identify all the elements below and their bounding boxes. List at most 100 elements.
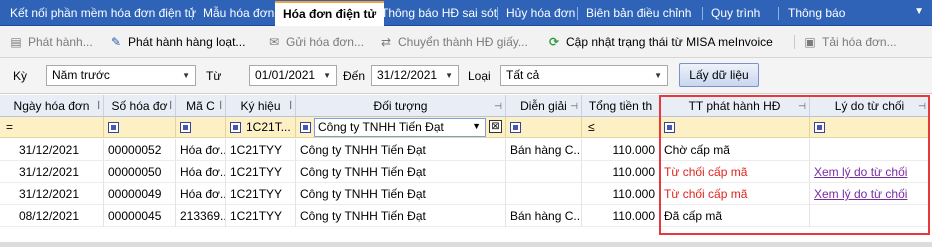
type-label: Loại [468,69,491,83]
cell-date: 08/12/2021 [0,205,104,227]
filter-row: = 1C21T... Công ty TNHH Tiến Đạt ▼ ⊠ ≤ [0,117,930,138]
column-header-so[interactable]: Số hóa đơ ꟾ [104,95,176,117]
tab-ket-noi[interactable]: Kết nối phần mềm hóa đơn điện tử [2,0,204,26]
cell-description [506,161,582,183]
tab-hoa-don-dien-tu[interactable]: Hóa đơn điện tử [275,1,385,26]
filter-bar: Kỳ Năm trước ▼ Từ 01/01/2021 ▼ Đến 31/12… [0,58,932,94]
filter-cell[interactable]: ≤ [582,117,660,138]
cell-total: 110.000 [582,161,660,183]
period-select[interactable]: Năm trước ▼ [46,65,196,86]
send-invoice-label: Gửi hóa đơn... [286,35,364,49]
to-date-value: 31/12/2021 [377,68,438,82]
clear-filter-icon[interactable]: ⊠ [489,120,502,133]
table-row[interactable]: 31/12/2021 00000050 Hóa đơ... 1C21TYY Cô… [0,161,930,183]
to-date-field[interactable]: 31/12/2021 ▼ [371,65,459,86]
chevron-down-icon: ▼ [654,71,662,80]
cell-object: Công ty TNHH Tiến Đạt [296,205,506,227]
column-header-label: Số hóa đơ [111,99,168,113]
chevron-down-icon[interactable]: ▼ [472,121,481,131]
filter-condition-icon[interactable] [510,122,521,133]
cell-total: 110.000 [582,139,660,161]
cell-status: Từ chối cấp mã [660,183,810,205]
pin-icon[interactable]: ꟾ [219,95,222,116]
filter-cell[interactable] [176,117,226,138]
issue-button[interactable]: ▤ Phát hành... [8,33,92,51]
tab-bien-ban-dieu-chinh[interactable]: Biên bản điều chỉnh [578,0,699,26]
filter-condition-icon[interactable] [230,122,241,133]
column-header-tt-phat-hanh[interactable]: TT phát hành HĐ ⊣ [660,95,810,117]
from-date-field[interactable]: 01/01/2021 ▼ [249,65,337,86]
column-header-ngay[interactable]: Ngày hóa đơn ꟾ [0,95,104,117]
cell-description: Bán hàng C... [506,205,582,227]
tab-overflow-icon[interactable]: ▼ [914,6,924,17]
column-header-dien-giai[interactable]: Diễn giải ⊣ [506,95,582,117]
table-row[interactable]: 31/12/2021 00000049 Hóa đơ... 1C21TYY Cô… [0,183,930,205]
cell-description: Bán hàng C... [506,139,582,161]
pin-icon[interactable]: ⊣ [570,95,578,116]
cell-reason [810,139,930,161]
view-reject-reason-link[interactable]: Xem lý do từ chối [814,187,907,201]
period-value: Năm trước [52,68,110,82]
tab-mau-hoa-don[interactable]: Mẫu hóa đơn [195,0,282,26]
issue-icon: ▤ [10,35,22,49]
column-header-doi-tuong[interactable]: Đối tượng ⊣ [296,95,506,117]
filter-cell[interactable]: Công ty TNHH Tiến Đạt ▼ ⊠ [296,117,506,138]
pin-icon[interactable]: ꟾ [169,95,172,116]
filter-operator: = [6,120,14,134]
table-row[interactable]: 31/12/2021 00000052 Hóa đơ... 1C21TYY Cô… [0,139,930,161]
cell-code: Hóa đơ... [176,161,226,183]
cell-status: Chờ cấp mã [660,139,810,161]
convert-paper-button[interactable]: ⇄ Chuyển thành HĐ giấy... [378,33,528,51]
cell-reason [810,205,930,227]
tab-quy-trinh[interactable]: Quy trình [703,0,768,26]
filter-condition-icon[interactable] [300,122,311,133]
cell-date: 31/12/2021 [0,161,104,183]
column-header-label: Ký hiệu [240,99,281,113]
filter-condition-icon[interactable] [814,122,825,133]
filter-condition-icon[interactable] [108,122,119,133]
view-reject-reason-link[interactable]: Xem lý do từ chối [814,165,907,179]
filter-condition-icon[interactable] [180,122,191,133]
cell-number: 00000045 [104,205,176,227]
toolbar-divider [794,35,795,49]
filter-cell[interactable]: 1C21T... [226,117,296,138]
column-header-label: Tổng tiền th [588,99,653,113]
update-status-label: Cập nhật trạng thái từ MISA meInvoice [566,35,773,49]
filter-cell[interactable] [104,117,176,138]
column-header-ma[interactable]: Mã C ꟾ [176,95,226,117]
tab-huy-hoa-don[interactable]: Hủy hóa đơn [498,0,583,26]
horizontal-scrollbar[interactable] [0,242,932,247]
filter-cell[interactable]: = [0,117,104,138]
pin-icon[interactable]: ⊣ [918,95,926,116]
filter-cell[interactable] [660,117,810,138]
doi-tuong-filter-input[interactable]: Công ty TNHH Tiến Đạt ▼ [314,118,486,137]
tab-thong-bao-sai-sot[interactable]: Thông báo HĐ sai sót [373,0,505,26]
download-invoice-button[interactable]: ▣ Tải hóa đơn... [802,33,896,51]
column-header-ly-do[interactable]: Lý do từ chối ⊣ [810,95,930,117]
filter-condition-icon[interactable] [664,122,675,133]
table-row[interactable]: 08/12/2021 00000045 213369... 1C21TYY Cô… [0,205,930,227]
column-header-ky-hieu[interactable]: Ký hiệu ꟾ [226,95,296,117]
column-header-label: Diễn giải [520,99,567,113]
pin-icon[interactable]: ⊣ [798,95,806,116]
issue-batch-button[interactable]: ✎ Phát hành hàng loạt... [108,33,245,51]
filter-cell[interactable] [810,117,930,138]
get-data-button[interactable]: Lấy dữ liệu [679,63,759,87]
update-status-button[interactable]: ⟳ Cập nhật trạng thái từ MISA meInvoice [546,33,773,51]
cell-total: 110.000 [582,183,660,205]
cell-symbol: 1C21TYY [226,183,296,205]
column-header-tong-tien[interactable]: Tổng tiền th [582,95,660,117]
refresh-icon: ⟳ [548,35,560,49]
pin-icon[interactable]: ꟾ [289,95,292,116]
send-invoice-button[interactable]: ✉ Gửi hóa đơn... [266,33,364,51]
pin-icon[interactable]: ꟾ [97,95,100,116]
tab-thong-bao[interactable]: Thông báo [780,0,853,26]
cell-number: 00000052 [104,139,176,161]
filter-cell[interactable] [506,117,582,138]
cell-object: Công ty TNHH Tiến Đạt [296,183,506,205]
pin-icon[interactable]: ⊣ [494,95,502,116]
convert-paper-label: Chuyển thành HĐ giấy... [398,35,528,49]
type-select[interactable]: Tất cả ▼ [500,65,668,86]
cell-status: Đã cấp mã [660,205,810,227]
cell-object: Công ty TNHH Tiến Đạt [296,139,506,161]
